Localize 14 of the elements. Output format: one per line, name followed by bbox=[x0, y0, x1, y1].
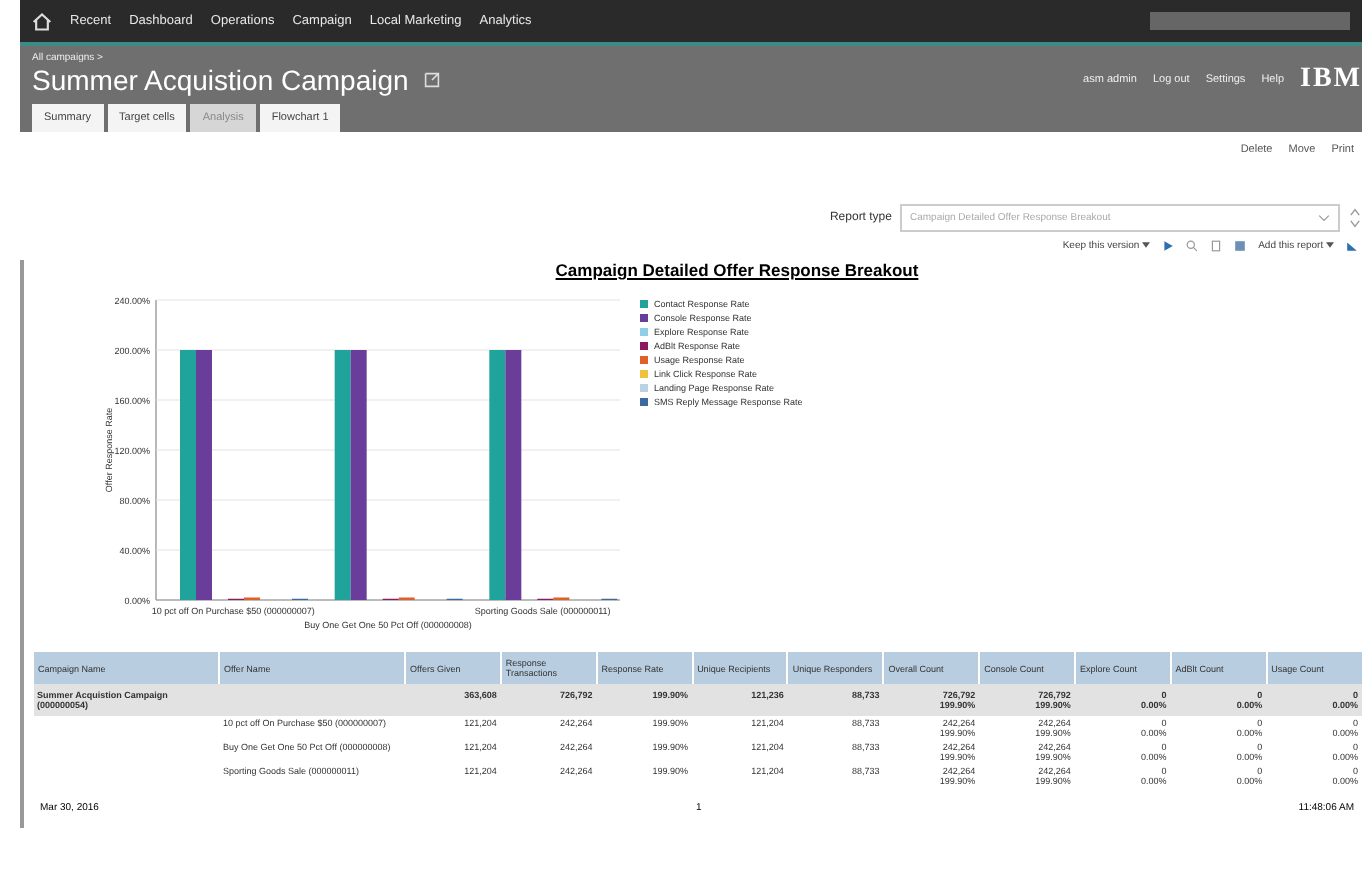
company-logo: IBM bbox=[1300, 64, 1362, 96]
chevron-down-icon bbox=[1318, 214, 1330, 222]
home-icon[interactable] bbox=[32, 11, 52, 31]
chart-icon[interactable] bbox=[1346, 240, 1358, 252]
report-title: Campaign Detailed Offer Response Breakout bbox=[553, 260, 921, 280]
page-title: Summer Acquistion Campaign bbox=[32, 64, 409, 96]
caret-icon bbox=[1326, 242, 1334, 248]
document-icon[interactable] bbox=[1210, 240, 1223, 252]
edit-icon[interactable] bbox=[424, 72, 441, 88]
spinner-icon[interactable] bbox=[1348, 206, 1362, 230]
search-icon[interactable] bbox=[1186, 240, 1199, 252]
search-field[interactable] bbox=[1150, 12, 1350, 30]
play-icon[interactable] bbox=[1162, 240, 1175, 252]
caret-icon bbox=[1142, 242, 1151, 248]
